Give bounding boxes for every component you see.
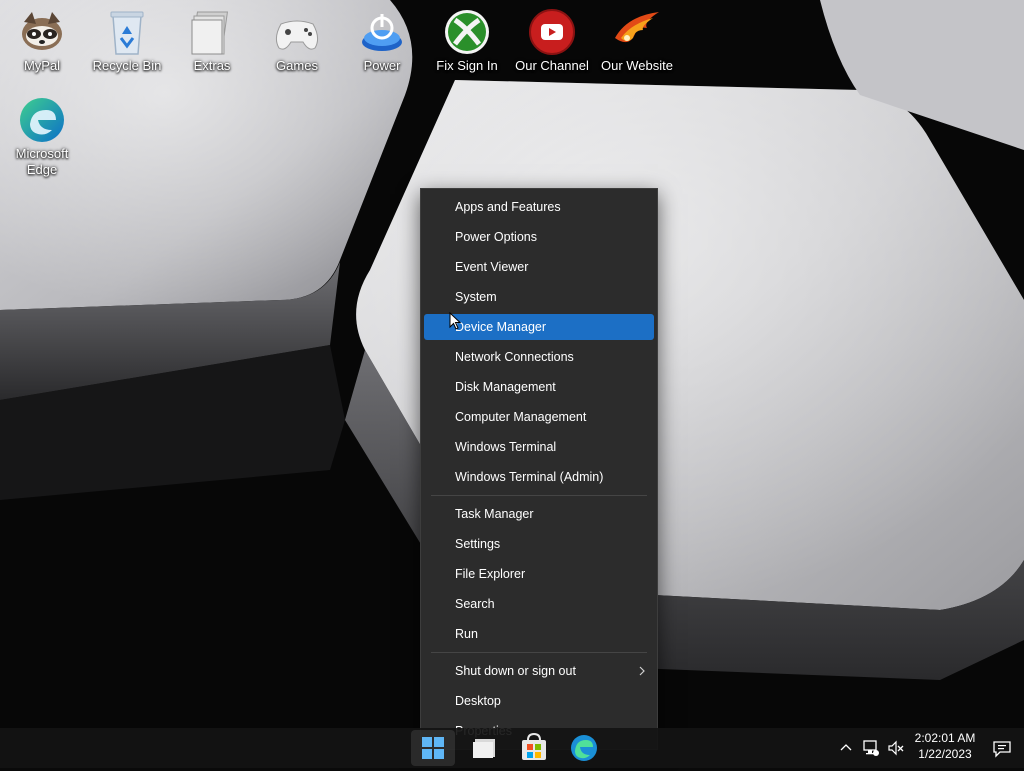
desktop-icon-microsoft-edge[interactable]: Microsoft Edge	[0, 88, 84, 178]
menu-item-label: Windows Terminal (Admin)	[455, 470, 604, 484]
network-icon	[863, 740, 879, 756]
show-hidden-icons-button[interactable]	[838, 740, 854, 761]
raccoon-icon	[18, 8, 66, 56]
store-icon	[522, 732, 546, 760]
power-icon	[358, 8, 406, 56]
desktop-icon-extras[interactable]: Extras	[170, 0, 254, 74]
menu-item-label: Search	[455, 597, 495, 611]
menu-item-desktop[interactable]: Desktop	[424, 688, 654, 714]
desktop-icon-label: Games	[276, 58, 318, 73]
menu-separator	[431, 652, 647, 653]
desktop-icon-label: Our Channel	[515, 58, 589, 73]
taskbar-store-button[interactable]	[512, 730, 556, 766]
menu-item-label: Shut down or sign out	[455, 664, 576, 678]
menu-item-label: Apps and Features	[455, 200, 561, 214]
menu-item-label: Network Connections	[455, 350, 574, 364]
notification-icon	[993, 741, 1011, 758]
menu-item-event-viewer[interactable]: Event Viewer	[424, 254, 654, 280]
desktop-icon-our-channel[interactable]: Our Channel	[510, 0, 594, 74]
desktop-icon-fix-sign-in[interactable]: Fix Sign In	[425, 0, 509, 74]
taskbar-file-explorer-button[interactable]	[463, 730, 507, 766]
desktop-icon-power[interactable]: Power	[340, 0, 424, 74]
recycle-bin-icon	[103, 8, 151, 56]
volume-muted-icon	[888, 740, 904, 756]
menu-item-label: Run	[455, 627, 478, 641]
phoenix-icon	[613, 8, 661, 56]
xbox-icon	[443, 8, 491, 56]
menu-item-label: Settings	[455, 537, 501, 551]
menu-item-label: System	[455, 290, 497, 304]
start-icon	[422, 737, 444, 759]
menu-item-label: Desktop	[455, 694, 501, 708]
menu-separator	[431, 495, 647, 496]
menu-item-system[interactable]: System	[424, 284, 654, 310]
menu-item-task-manager[interactable]: Task Manager	[424, 501, 654, 527]
network-tray-button[interactable]	[862, 739, 880, 762]
gamepad-icon	[273, 8, 321, 56]
mouse-cursor-icon	[449, 311, 462, 335]
menu-item-label: Power Options	[455, 230, 537, 244]
menu-item-apps-and-features[interactable]: Apps and Features	[424, 194, 654, 220]
chevron-up-icon	[840, 744, 852, 751]
menu-item-network-connections[interactable]: Network Connections	[424, 344, 654, 370]
menu-item-windows-terminal-admin[interactable]: Windows Terminal (Admin)	[424, 464, 654, 490]
menu-item-run[interactable]: Run	[424, 621, 654, 647]
start-button[interactable]	[411, 730, 455, 766]
desktop-icon-recycle-bin[interactable]: Recycle Bin	[85, 0, 169, 74]
clock[interactable]: 2:02:01 AM 1/22/2023	[910, 731, 980, 761]
menu-item-windows-terminal[interactable]: Windows Terminal	[424, 434, 654, 460]
menu-item-power-options[interactable]: Power Options	[424, 224, 654, 250]
clock-time: 2:02:01 AM	[914, 731, 976, 745]
desktop-icon-games[interactable]: Games	[255, 0, 339, 74]
menu-item-label: Computer Management	[455, 410, 587, 424]
clock-date: 1/22/2023	[918, 747, 972, 761]
volume-tray-button[interactable]	[887, 739, 905, 762]
taskbar-edge-button[interactable]	[562, 730, 606, 766]
menu-item-shut-down-or-sign-out[interactable]: Shut down or sign out	[424, 658, 654, 684]
desktop-icon-label: Extras	[193, 58, 231, 73]
winx-context-menu: Apps and Features Power Options Event Vi…	[420, 188, 658, 750]
menu-item-label: Windows Terminal	[455, 440, 557, 454]
desktop-icon-label: Our Website	[600, 58, 673, 73]
edge-icon	[18, 96, 66, 144]
menu-item-computer-management[interactable]: Computer Management	[424, 404, 654, 430]
menu-item-label: Disk Management	[455, 380, 556, 394]
file-explorer-icon	[473, 739, 495, 758]
menu-item-disk-management[interactable]: Disk Management	[424, 374, 654, 400]
desktop-icon-label: Recycle Bin	[92, 58, 162, 73]
folder-icon	[188, 8, 236, 56]
desktop-icon-label: Power	[363, 58, 401, 73]
menu-item-settings[interactable]: Settings	[424, 531, 654, 557]
youtube-icon	[528, 8, 576, 56]
desktop-icon-our-website[interactable]: Our Website	[595, 0, 679, 74]
menu-item-label: Device Manager	[455, 320, 547, 334]
desktop-icon-mypal[interactable]: MyPal	[0, 0, 84, 74]
desktop-icon-label: MyPal	[23, 58, 61, 73]
desktop-icon-label: Microsoft Edge	[15, 146, 69, 177]
menu-item-label: File Explorer	[455, 567, 526, 581]
menu-item-label: Task Manager	[455, 507, 534, 521]
menu-item-label: Event Viewer	[455, 260, 529, 274]
menu-item-file-explorer[interactable]: File Explorer	[424, 561, 654, 587]
taskbar: 2:02:01 AM 1/22/2023	[0, 728, 1024, 768]
edge-icon	[571, 735, 597, 761]
notification-center-button[interactable]	[992, 739, 1012, 764]
menu-item-search[interactable]: Search	[424, 591, 654, 617]
desktop-icon-label: Fix Sign In	[436, 58, 498, 73]
